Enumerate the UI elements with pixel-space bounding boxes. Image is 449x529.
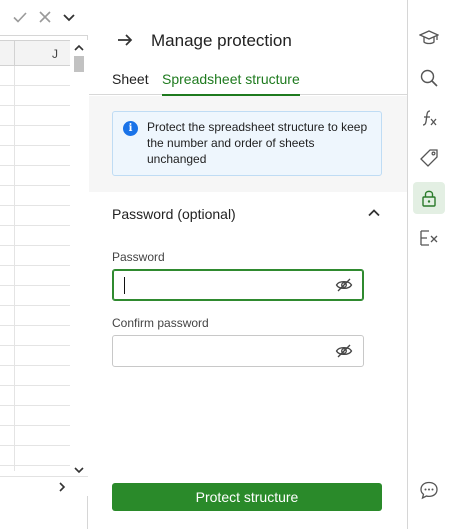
scrollbar-thumb[interactable]: [74, 56, 84, 72]
spreadsheet-area: J: [0, 0, 88, 529]
grid-line: [0, 105, 70, 106]
info-icon: i: [123, 121, 138, 136]
grid-line: [0, 465, 70, 466]
rail-function-button[interactable]: [413, 102, 445, 134]
grid-line: [0, 385, 70, 386]
grid-line: [0, 165, 70, 166]
grid-line: [0, 305, 70, 306]
eye-off-icon[interactable]: [335, 277, 353, 293]
panel-header: Manage protection: [89, 0, 407, 60]
close-icon[interactable]: [37, 9, 53, 25]
panel-title: Manage protection: [151, 31, 292, 50]
chevron-right-icon[interactable]: [56, 481, 68, 493]
column-label: J: [52, 47, 58, 61]
section-title: Password (optional): [112, 206, 236, 222]
rail-chat-button[interactable]: [413, 474, 445, 506]
horizontal-scrollbar[interactable]: [0, 476, 88, 496]
panel-body: i Protect the spreadsheet structure to k…: [89, 96, 407, 386]
chevron-down-icon[interactable]: [73, 464, 85, 476]
tab-spreadsheet-structure[interactable]: Spreadsheet structure: [162, 71, 300, 96]
text-caret: [124, 277, 125, 294]
password-section-header[interactable]: Password (optional): [89, 192, 407, 236]
grid-line: [0, 185, 70, 186]
eye-off-icon[interactable]: [335, 343, 353, 359]
confirm-password-input[interactable]: [123, 342, 323, 360]
rail-learn-button[interactable]: [413, 22, 445, 54]
grid-line: [0, 325, 70, 326]
cell-grid[interactable]: [0, 66, 70, 471]
grid-line: [0, 225, 70, 226]
search-icon: [420, 69, 438, 87]
tab-bar: Sheet Spreadsheet structure: [89, 68, 407, 96]
chevron-down-icon[interactable]: [61, 9, 77, 25]
grid-line: [0, 85, 70, 86]
tab-sheet[interactable]: Sheet: [112, 71, 149, 94]
rail-tag-button[interactable]: [413, 142, 445, 174]
vertical-scrollbar[interactable]: [70, 40, 88, 476]
grid-line: [0, 365, 70, 366]
password-input[interactable]: [123, 276, 323, 294]
confirm-password-field[interactable]: [112, 335, 364, 367]
arrow-right-icon[interactable]: [115, 30, 135, 50]
grid-line: [0, 345, 70, 346]
right-rail: [407, 0, 449, 529]
grid-line: [0, 445, 70, 446]
password-label: Password: [112, 250, 165, 264]
password-field[interactable]: [112, 269, 364, 301]
tag-icon: [420, 149, 438, 167]
info-banner: i Protect the spreadsheet structure to k…: [112, 111, 382, 176]
protect-structure-button[interactable]: Protect structure: [112, 483, 382, 511]
rail-clear-button[interactable]: [413, 222, 445, 254]
formula-bar: [0, 0, 88, 36]
grid-line: [0, 285, 70, 286]
column-divider: [14, 41, 15, 67]
lock-icon: [422, 190, 436, 207]
check-icon[interactable]: [12, 9, 28, 25]
grid-line: [0, 405, 70, 406]
graduation-cap-icon: [419, 30, 439, 45]
chevron-up-icon[interactable]: [367, 206, 381, 220]
chevron-up-icon[interactable]: [73, 42, 85, 54]
manage-protection-panel: Manage protection Sheet Spreadsheet stru…: [89, 0, 407, 529]
grid-line: [0, 425, 70, 426]
grid-line: [0, 145, 70, 146]
grid-line: [14, 66, 15, 471]
grid-line: [0, 205, 70, 206]
grid-line: [0, 245, 70, 246]
grid-line: [0, 265, 70, 266]
info-text: Protect the spreadsheet structure to kee…: [147, 120, 368, 166]
confirm-password-label: Confirm password: [112, 316, 209, 330]
grid-line: [0, 125, 70, 126]
clear-formatting-icon: [420, 230, 438, 246]
rail-search-button[interactable]: [413, 62, 445, 94]
rail-protection-button[interactable]: [413, 182, 445, 214]
password-section: Password (optional) Password Confirm pas…: [89, 192, 407, 386]
function-icon: [422, 110, 437, 126]
chat-icon: [420, 481, 438, 500]
column-header[interactable]: J: [0, 40, 70, 67]
